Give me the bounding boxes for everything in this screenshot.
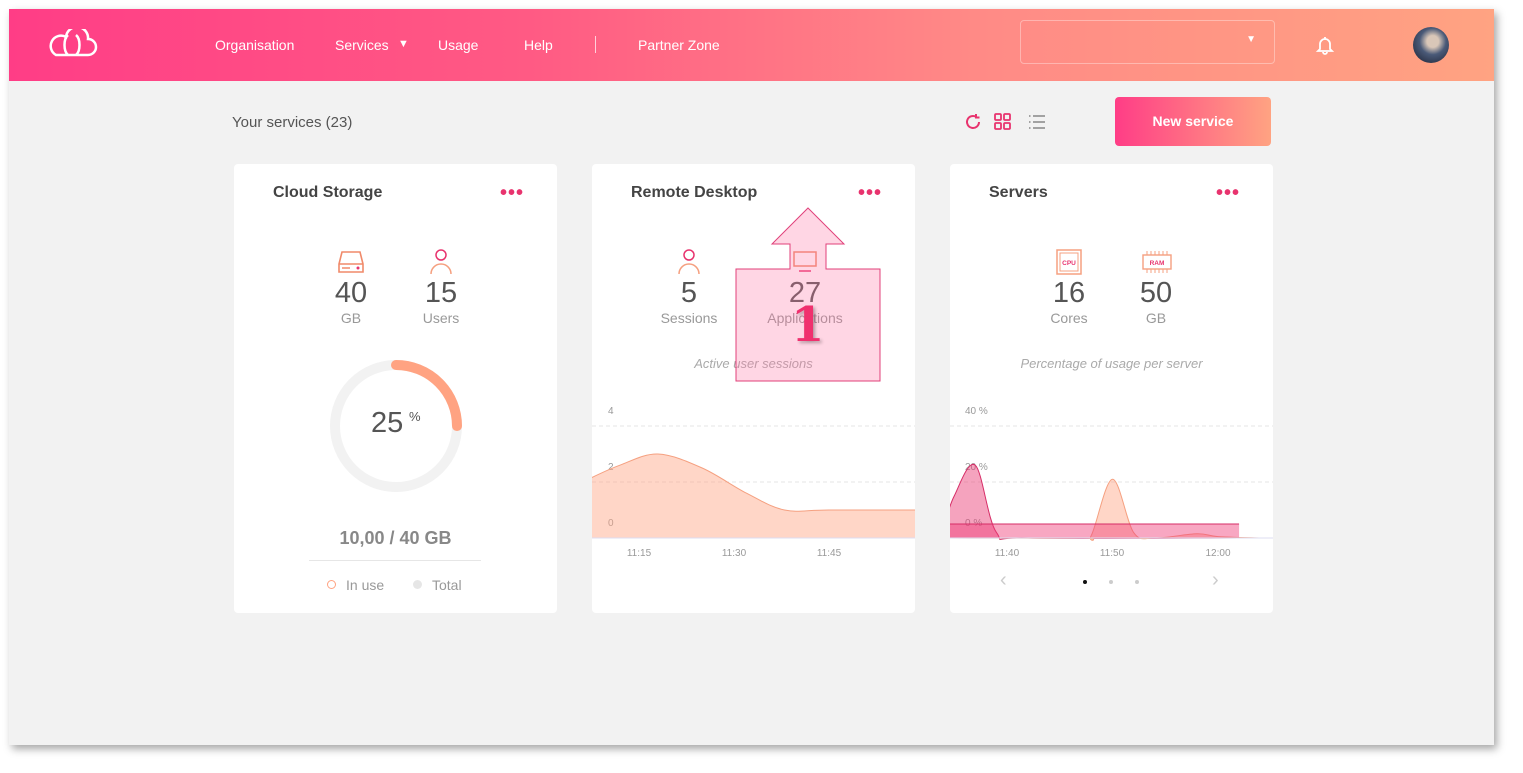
usage-percent: 25 [371,407,404,439]
card-cloud-storage: Cloud Storage ••• 40 GB 15 Users 25 % 10,0… [234,164,557,613]
server-usage-chart: 40 %20 %0 %11:4011:5012:00 [950,406,1273,559]
x-tick-label: 11:45 [817,548,842,559]
x-tick-label: 11:30 [722,548,747,559]
nav-help[interactable]: Help [524,37,553,53]
percent-unit: % [409,409,421,424]
user-icon [430,249,452,275]
usage-text: 10,00 / 40 GB [339,528,452,548]
stat-value: 15 [424,277,458,309]
organisation-select[interactable]: ▼ [1020,20,1275,64]
prev-page-icon[interactable]: ‹ [1000,569,1007,592]
sessions-chart: 42011:1511:3011:4512: [592,406,915,559]
carousel-dot-active[interactable] [1083,580,1087,584]
x-tick-label: 12:00 [1205,548,1230,559]
stat-storage: 40 GB [306,249,396,326]
legend-in-use: In use [346,577,385,593]
app-window: Organisation Services ▼ Usage Help Partn… [9,9,1494,745]
annotation-label: 1 [791,297,825,353]
stat-label: Users [422,310,460,326]
carousel-dot[interactable] [1135,580,1139,584]
x-tick-label: 11:50 [1100,548,1125,559]
services-count-title: Your services (23) [232,114,353,131]
stat-users: 15 Users [396,249,486,326]
top-nav: Organisation Services ▼ Usage Help Partn… [9,9,1494,81]
chevron-down-icon: ▼ [1246,34,1256,45]
bell-icon[interactable] [1315,35,1335,55]
y-tick-label: 4 [608,406,614,417]
grid-view-icon[interactable] [994,113,1012,131]
legend-in-use-icon [327,580,336,589]
series-area [950,523,1240,538]
nav-partner-zone[interactable]: Partner Zone [638,37,720,53]
new-service-button[interactable]: New service [1115,97,1271,146]
series-area [592,453,915,538]
stat-label: GB [340,310,362,326]
next-page-icon[interactable]: › [1212,569,1219,592]
refresh-icon[interactable] [964,113,982,131]
nav-organisation[interactable]: Organisation [215,37,294,53]
hard-drive-icon [338,251,364,273]
card-remote-desktop: Remote Desktop ••• 5 Sessions 27 Applicati… [592,164,915,613]
legend-total-icon [413,580,422,589]
stat-value: 40 [334,277,368,309]
nav-divider [595,36,596,53]
legend-total: Total [432,577,462,593]
y-tick-label: 40 % [965,406,988,417]
nav-usage[interactable]: Usage [438,37,478,53]
card-title: Cloud Storage [273,184,383,201]
x-tick-label: 11:40 [995,548,1020,559]
divider [309,560,481,561]
list-view-icon[interactable] [1028,113,1046,131]
nav-services[interactable]: Services [335,37,389,53]
carousel-dot[interactable] [1109,580,1113,584]
more-options-icon[interactable]: ••• [500,182,524,205]
avatar[interactable] [1413,27,1449,63]
cloud-logo-icon[interactable] [46,29,98,59]
x-tick-label: 11:15 [627,548,652,559]
services-caret-icon[interactable]: ▼ [398,38,409,50]
card-servers: Servers ••• CPU 16 Cores RAM 50 GB Percent… [950,164,1273,613]
